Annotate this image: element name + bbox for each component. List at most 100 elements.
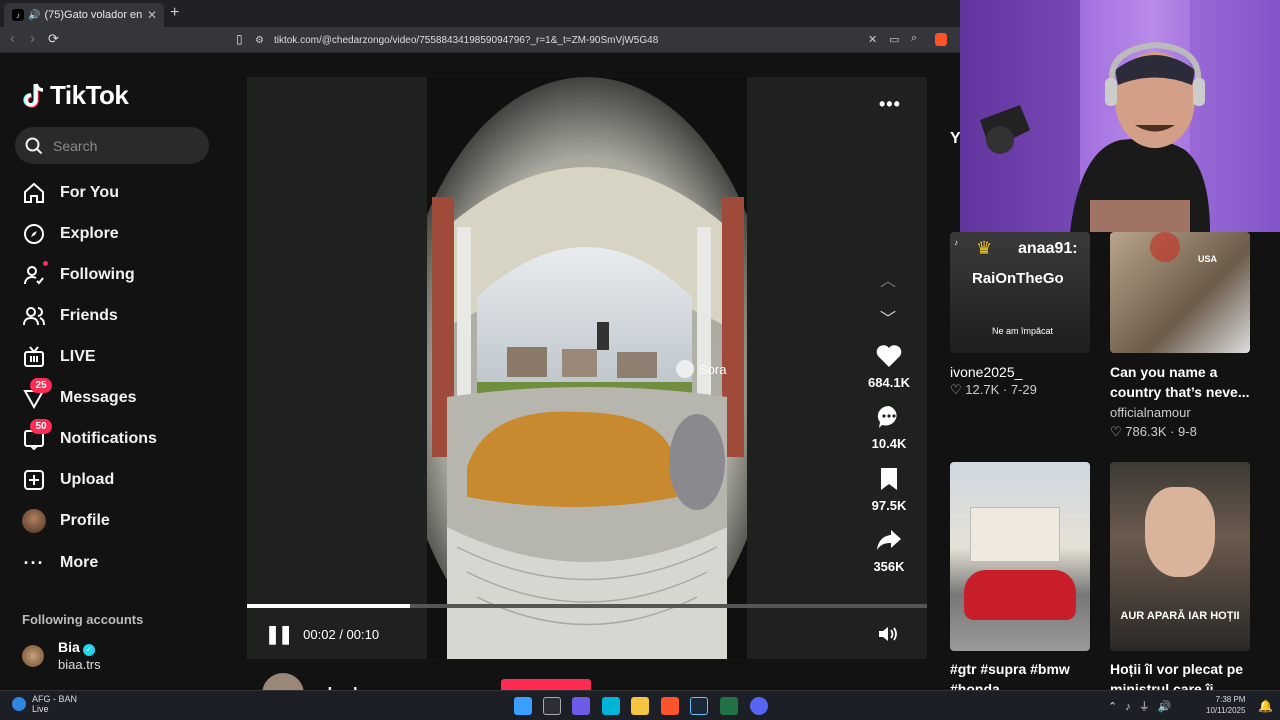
bookmark-icon[interactable]: ▯ [236, 32, 243, 46]
translate-icon[interactable]: ✕ [868, 33, 877, 46]
weather-widget[interactable]: AFG - BAN Live [12, 694, 77, 714]
sidebar-item-profile[interactable]: Profile [22, 505, 110, 537]
clock[interactable]: 7:38 PM 10/11/2025 [1206, 694, 1245, 716]
discord-icon[interactable] [750, 697, 768, 715]
tiktok-favicon-icon: ♪ [12, 9, 24, 21]
sidebar-item-label: For You [60, 184, 119, 201]
brave-browser-icon[interactable] [661, 697, 679, 715]
video-thumbnail[interactable] [950, 462, 1090, 651]
sidebar-item-label: Upload [60, 471, 115, 488]
video-user[interactable]: officialnamour [1110, 405, 1191, 420]
video-date: 9-8 [1178, 424, 1197, 439]
file-explorer-icon[interactable] [631, 697, 649, 715]
speaker-icon[interactable]: 🔊 [28, 10, 40, 21]
video-like-count: 786.3K [1125, 424, 1167, 439]
pause-button[interactable]: ❚❚ [265, 624, 293, 645]
video-caption[interactable]: Can you name a country that’s neve... [1110, 362, 1255, 402]
next-video-icon[interactable]: ﹀ [880, 305, 896, 329]
more-options-icon[interactable]: ••• [879, 94, 901, 115]
video-stats: ♡ 786.3K · 9-8 [1110, 424, 1197, 439]
sidebar-item-upload[interactable]: Upload [22, 464, 114, 496]
back-icon[interactable]: ‹ [10, 30, 15, 47]
share-count: 356K [873, 559, 905, 574]
like-count: 684.1K [868, 375, 910, 390]
flowers-image [1150, 232, 1180, 262]
zoom-icon[interactable]: ⌕ [911, 32, 917, 45]
sora-watermark: Sora [699, 362, 727, 377]
bookmark-icon [859, 464, 919, 494]
video-frame[interactable]: Sora [427, 77, 747, 659]
comment-icon [859, 402, 919, 432]
sidebar-item-friends[interactable]: Friends [22, 300, 118, 332]
avatar [22, 509, 46, 533]
follow-button[interactable] [501, 679, 591, 690]
globe-icon [12, 697, 26, 711]
weather-bottom: Live [32, 704, 49, 714]
video-thumbnail[interactable]: ♪ ♛ anaa91: RaiOnTheGo Ne am împăcat [950, 232, 1090, 353]
save-count: 97.5K [871, 498, 907, 513]
sidebar-item-notifications[interactable]: 50 Notifications [22, 419, 157, 455]
previous-video-icon[interactable]: ︿ [880, 267, 896, 291]
streamer-webcam-image [960, 0, 1280, 232]
cast-icon[interactable]: ▭ [889, 33, 899, 46]
like-button[interactable]: 684.1K [859, 341, 919, 390]
video-progress-bar[interactable] [247, 604, 927, 608]
browser-tab[interactable]: ♪ 🔊 (75)Gato volador en tomado ✕ [4, 3, 164, 27]
notifications-badge: 50 [30, 419, 52, 434]
search-input[interactable]: Search [15, 127, 209, 164]
site-settings-icon[interactable]: ⚙ [255, 35, 264, 46]
sidebar-item-messages[interactable]: 25 Messages [22, 378, 137, 414]
widgets-icon[interactable] [572, 697, 590, 715]
video-caption[interactable]: ivone2025_ [950, 362, 1095, 382]
house-image [970, 507, 1060, 562]
video-thumbnail[interactable]: USA [1110, 232, 1250, 353]
sidebar-item-more[interactable]: ··· More [22, 547, 99, 579]
sidebar-item-live[interactable]: LIVE [22, 341, 96, 373]
save-button[interactable]: 97.5K [859, 464, 919, 513]
share-button[interactable]: 356K [859, 525, 919, 574]
time-display: 00:02 / 00:10 [303, 627, 380, 642]
task-view-icon[interactable] [543, 697, 561, 715]
volume-icon[interactable] [877, 625, 899, 648]
sidebar-item-for-you[interactable]: For You [22, 177, 119, 209]
video-caption[interactable]: #gtr #supra #bmw #honda [950, 659, 1095, 690]
weather-top: AFG - BAN [32, 694, 78, 704]
account-handle: biaa.trs [58, 657, 101, 672]
following-account-item[interactable]: Bia ✓ biaa.trs [22, 639, 101, 672]
verified-icon: ✓ [82, 644, 95, 656]
excel-icon[interactable] [720, 697, 738, 715]
new-tab-button[interactable]: + [170, 4, 179, 22]
comment-count: 10.4K [871, 436, 907, 451]
windows-start-icon[interactable] [514, 697, 532, 715]
video-caption[interactable]: Hoții îl vor plecat pe ministrul care îi [1110, 659, 1255, 690]
video-date: 7-29 [1010, 382, 1037, 397]
messages-icon: 25 [22, 378, 52, 410]
reload-icon[interactable]: ⟳ [48, 31, 59, 47]
sidebar-item-label: Following [60, 266, 135, 283]
tiktok-small-logo: ♪ [954, 238, 958, 247]
thumb-overlay-name: anaa91: [1018, 240, 1078, 257]
notification-bell-icon[interactable]: 🔔 [1258, 699, 1273, 713]
video-player[interactable]: Sora ••• ︿ ﹀ 684.1K 10.4K 97.5K 356K ❚❚ … [247, 77, 927, 659]
address-bar[interactable]: ⚙ tiktok.com/@chedarzongo/video/75588434… [255, 30, 955, 50]
video-thumbnail[interactable]: AUR APARĂ IAR HOȚII [1110, 462, 1250, 651]
webcam-overlay [960, 0, 1280, 232]
sidebar-item-explore[interactable]: Explore [22, 218, 119, 250]
compass-icon [22, 222, 46, 246]
sidebar-item-label: Explore [60, 225, 119, 242]
following-icon [22, 261, 48, 287]
clock-date: 10/11/2025 [1206, 706, 1246, 715]
sidebar-item-following[interactable]: Following [22, 259, 135, 291]
progress-fill [247, 604, 411, 608]
system-tray[interactable]: ⌃♪⏚🔊 [1108, 698, 1179, 714]
brave-shield-icon[interactable] [935, 33, 947, 46]
tiktok-logo[interactable]: TikTok [22, 80, 129, 111]
steam-icon[interactable] [690, 697, 708, 715]
comment-button[interactable]: 10.4K [859, 402, 919, 451]
copilot-icon[interactable] [602, 697, 620, 715]
forward-icon[interactable]: › [30, 30, 35, 47]
video-content-image: Sora [427, 77, 747, 659]
close-tab-icon[interactable]: ✕ [144, 8, 160, 22]
video-like-count: 12.7K [965, 382, 1000, 397]
messages-badge: 25 [30, 378, 52, 393]
